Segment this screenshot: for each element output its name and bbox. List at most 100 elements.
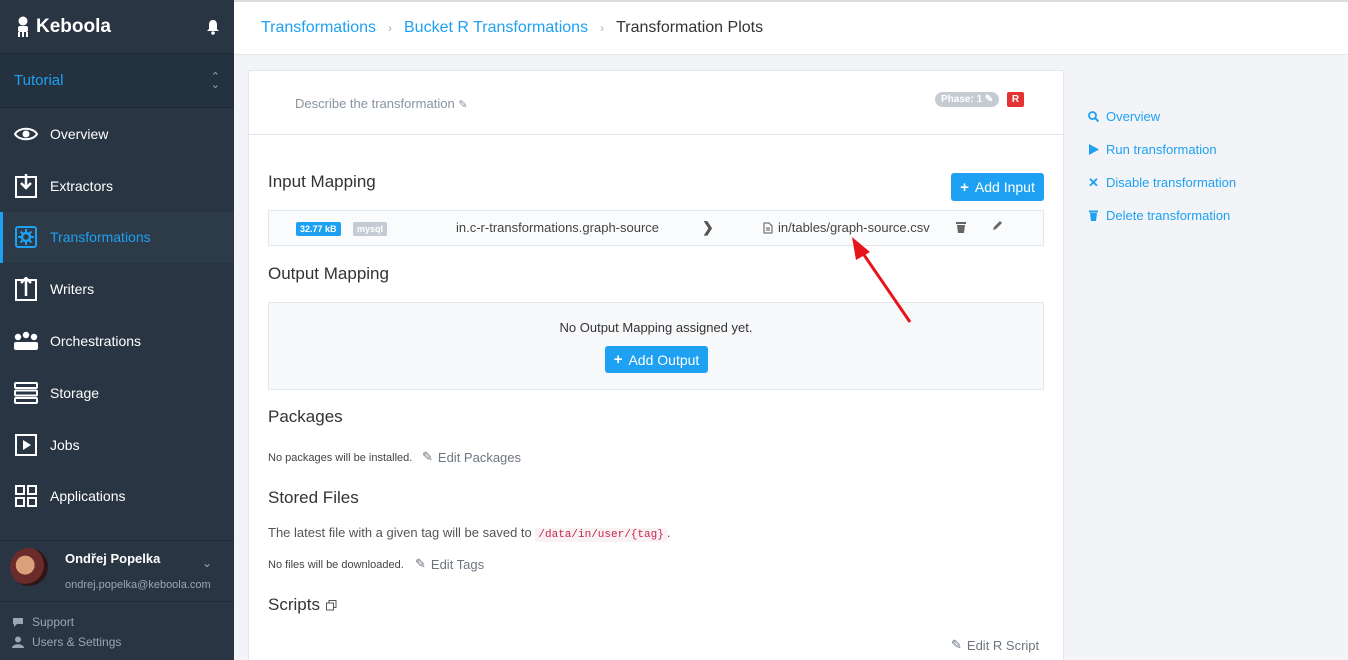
breadcrumb-bucket[interactable]: Bucket R Transformations	[404, 19, 588, 37]
phase-badge[interactable]: Phase: 1 ✎	[935, 92, 1000, 107]
database-icon	[13, 381, 39, 405]
stored-files-description: The latest file with a given tag will be…	[268, 525, 671, 542]
trash-icon	[1088, 210, 1099, 221]
edit-tags-button[interactable]: ✎ Edit Tags	[415, 556, 484, 572]
chevron-right-icon: ›	[388, 21, 392, 35]
edit-packages-label: Edit Packages	[437, 449, 522, 465]
nav-label: Orchestrations	[50, 333, 142, 350]
pencil-icon: ✎	[951, 637, 962, 652]
breadcrumb-transformations[interactable]: Transformations	[261, 19, 376, 37]
close-icon: ✕	[1088, 174, 1099, 190]
bell-icon[interactable]	[206, 19, 220, 35]
chevron-updown-icon: ⌃ ⌄	[210, 70, 220, 91]
nav-item-orchestrations[interactable]: Orchestrations	[0, 315, 234, 367]
transformation-actions: Overview Run transformation ✕ Disable tr…	[1088, 100, 1236, 232]
settings-link[interactable]: Users & Settings	[12, 633, 121, 653]
settings-label: Users & Settings	[32, 634, 122, 649]
avatar	[10, 548, 48, 586]
grid-icon	[13, 484, 39, 508]
chevron-down-icon: ⌄	[201, 556, 212, 570]
nav-item-extractors[interactable]: Extractors	[0, 160, 234, 212]
support-link[interactable]: Support	[12, 613, 121, 633]
action-label: Overview	[1106, 109, 1161, 124]
chevron-right-icon: ›	[600, 21, 605, 35]
nav-item-overview[interactable]: Overview	[0, 108, 234, 160]
brand-name: Keboola	[36, 15, 111, 37]
add-output-label: Add Output	[628, 351, 700, 368]
nav-item-storage[interactable]: Storage	[0, 367, 234, 419]
description-field[interactable]: Describe the transformation ✎	[295, 96, 468, 111]
action-label: Delete transformation	[1106, 208, 1231, 223]
stored-files-path: /data/in/user/{tag}	[535, 528, 667, 542]
phase-label: Phase: 1	[941, 94, 983, 105]
user-icon	[12, 636, 24, 649]
stored-files-note: No files will be downloaded.	[268, 559, 404, 571]
destination-path: in/tables/graph-source.csv	[778, 220, 930, 235]
nav-label: Overview	[50, 125, 109, 142]
trash-icon[interactable]	[956, 221, 966, 233]
input-mapping-title: Input Mapping	[268, 172, 376, 191]
description-placeholder: Describe the transformation	[295, 96, 455, 111]
scripts-title: Scripts	[268, 595, 320, 614]
pencil-icon[interactable]	[991, 220, 1003, 232]
backend-badge: R	[1007, 92, 1024, 107]
action-overview[interactable]: Overview	[1088, 100, 1236, 133]
keboola-logo-icon	[18, 16, 28, 37]
add-output-button[interactable]: + Add Output	[605, 346, 708, 373]
pencil-icon: ✎	[422, 449, 433, 464]
action-run[interactable]: Run transformation	[1088, 133, 1236, 166]
nav-item-applications[interactable]: Applications	[0, 471, 234, 523]
action-label: Run transformation	[1106, 142, 1217, 157]
search-icon	[1088, 111, 1099, 122]
project-name: Tutorial	[14, 72, 64, 89]
download-icon	[13, 173, 39, 198]
action-label: Disable transformation	[1106, 175, 1237, 190]
input-mapping-row[interactable]: 32.77 kB mysql in.c-r-transformations.gr…	[268, 210, 1044, 246]
nav-item-writers[interactable]: Writers	[0, 263, 234, 315]
empty-state-text: No Output Mapping assigned yet.	[559, 320, 753, 335]
gear-icon	[13, 225, 39, 249]
action-disable[interactable]: ✕ Disable transformation	[1088, 166, 1236, 199]
project-switcher[interactable]: Tutorial ⌃ ⌄	[0, 54, 234, 108]
user-email: ondrej.popelka@keboola.com	[65, 579, 211, 591]
page-title: Transformation Plots	[616, 19, 764, 36]
pencil-icon: ✎	[458, 99, 468, 111]
nav-label: Extractors	[50, 177, 114, 194]
nav-label: Transformations	[50, 229, 151, 246]
main-nav: Overview Extractors Transformations Writ…	[0, 108, 234, 522]
nav-item-jobs[interactable]: Jobs	[0, 419, 234, 471]
copy-icon[interactable]	[325, 599, 337, 611]
play-icon	[13, 433, 39, 457]
user-name: Ondřej Popelka	[65, 551, 161, 566]
upload-icon	[13, 277, 39, 302]
logo[interactable]: Keboola	[16, 16, 111, 38]
file-icon	[763, 222, 773, 233]
nav-label: Applications	[50, 488, 126, 505]
scripts-header: Scripts	[268, 595, 337, 615]
eye-icon	[13, 122, 39, 146]
nav-label: Jobs	[50, 436, 80, 453]
description-row: Describe the transformation ✎ Phase: 1 ✎…	[249, 71, 1063, 135]
nav-item-transformations[interactable]: Transformations	[0, 211, 234, 264]
comment-icon	[13, 618, 23, 628]
edit-packages-button[interactable]: ✎ Edit Packages	[422, 449, 521, 465]
stored-files-suffix: .	[666, 525, 671, 540]
add-input-label: Add Input	[974, 179, 1035, 195]
breadcrumb: Transformations › Bucket R Transformatio…	[234, 0, 1348, 55]
stored-files-title: Stored Files	[268, 488, 359, 507]
nav-label: Writers	[50, 281, 95, 298]
output-mapping-title: Output Mapping	[268, 264, 389, 283]
user-menu[interactable]: Ondřej Popelka ondrej.popelka@keboola.co…	[0, 540, 234, 602]
backend-type-badge: mysql	[353, 222, 388, 236]
plus-icon: +	[960, 178, 969, 196]
add-input-button[interactable]: + Add Input	[951, 173, 1044, 201]
edit-tags-label: Edit Tags	[430, 556, 485, 572]
support-label: Support	[32, 615, 75, 629]
transformation-detail: Describe the transformation ✎ Phase: 1 ✎…	[248, 70, 1064, 660]
sidebar: Keboola Tutorial ⌃ ⌄ Overview Extractors …	[0, 0, 234, 660]
sidebar-footer: Support Users & Settings	[12, 613, 121, 652]
size-badge: 32.77 kB	[296, 222, 341, 236]
edit-script-label: Edit R Script	[966, 637, 1040, 653]
action-delete[interactable]: Delete transformation	[1088, 199, 1236, 232]
edit-script-button[interactable]: ✎ Edit R Script	[951, 637, 1039, 653]
